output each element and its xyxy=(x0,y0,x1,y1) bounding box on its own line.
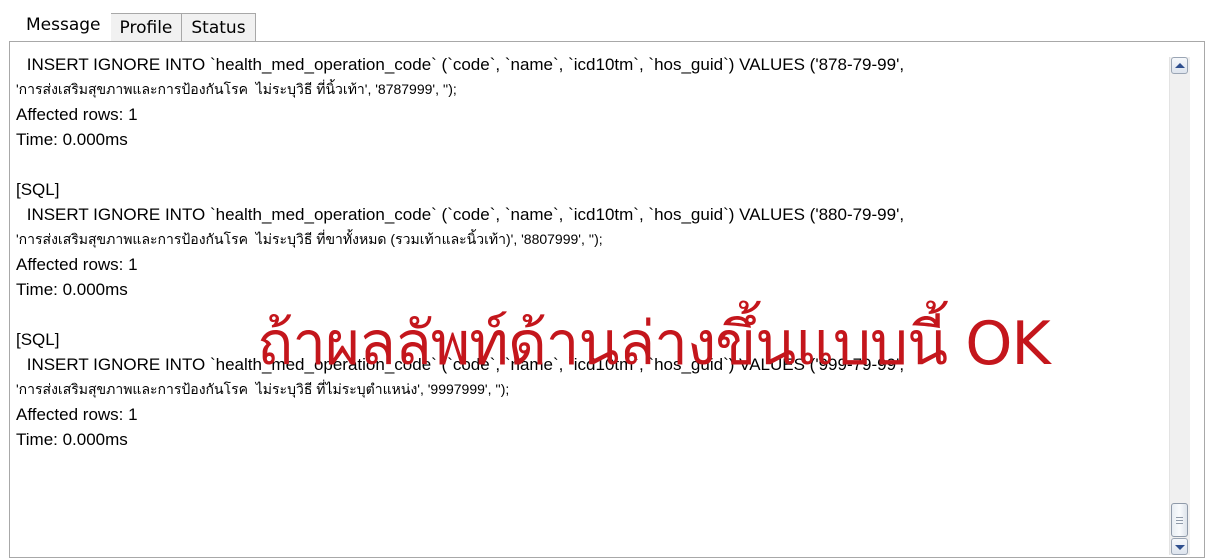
log-entry: [SQL] INSERT IGNORE INTO `health_med_ope… xyxy=(16,177,1161,302)
affected-rows: Affected rows: 1 xyxy=(16,255,138,274)
tab-message[interactable]: Message xyxy=(16,8,111,41)
grip-line xyxy=(1176,520,1183,521)
tab-bar: Message Profile Status xyxy=(16,8,256,41)
sql-statement-values: 'การส่งเสริมสุขภาพและการป้องกันโรค ไม่ระ… xyxy=(16,81,457,97)
scroll-up-button[interactable] xyxy=(1171,57,1188,74)
scroll-down-button[interactable] xyxy=(1171,538,1188,555)
sql-header: [SQL] xyxy=(16,180,60,199)
execution-time: Time: 0.000ms xyxy=(16,130,128,149)
affected-rows: Affected rows: 1 xyxy=(16,405,138,424)
log-entry: INSERT IGNORE INTO `health_med_operation… xyxy=(16,52,1161,152)
tab-profile[interactable]: Profile xyxy=(109,13,183,41)
arrow-up-icon xyxy=(1175,63,1185,68)
execution-time: Time: 0.000ms xyxy=(16,280,128,299)
arrow-down-icon xyxy=(1175,545,1185,550)
sql-statement-line: INSERT IGNORE INTO `health_med_operation… xyxy=(22,55,905,74)
vertical-scrollbar[interactable] xyxy=(1169,57,1190,555)
sql-statement-values: 'การส่งเสริมสุขภาพและการป้องกันโรค ไม่ระ… xyxy=(16,231,603,247)
scrollbar-thumb[interactable] xyxy=(1171,503,1188,537)
annotation-overlay-text: ถ้าผลลัพท์ด้านล่างขึ้นแบบนี้ OK xyxy=(257,309,1051,379)
grip-line xyxy=(1176,523,1183,524)
grip-line xyxy=(1176,517,1183,518)
message-window: Message Profile Status INSERT IGNORE INT… xyxy=(0,0,1209,558)
sql-statement-line: INSERT IGNORE INTO `health_med_operation… xyxy=(22,205,905,224)
message-panel: INSERT IGNORE INTO `health_med_operation… xyxy=(9,41,1205,558)
tab-status[interactable]: Status xyxy=(181,13,256,41)
affected-rows: Affected rows: 1 xyxy=(16,105,138,124)
execution-time: Time: 0.000ms xyxy=(16,430,128,449)
